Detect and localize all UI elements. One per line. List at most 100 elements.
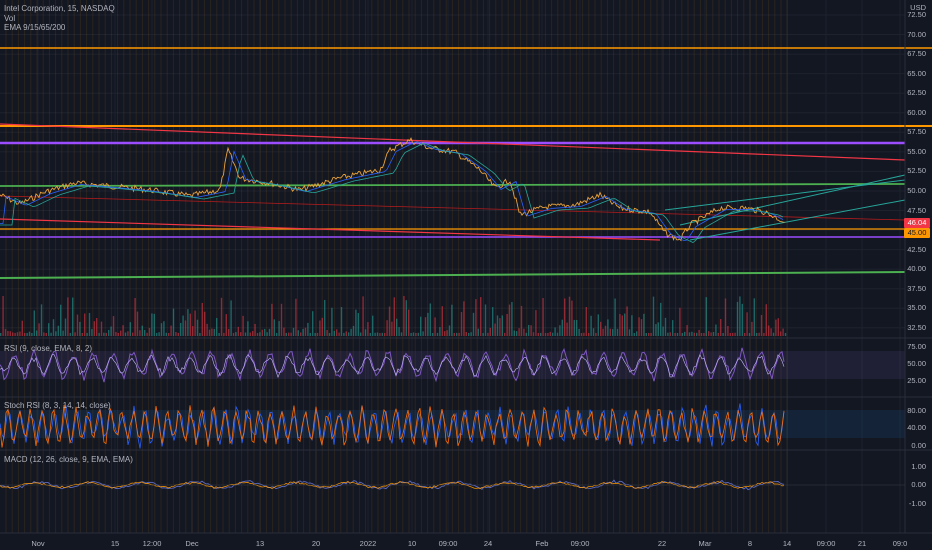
time-tick: 09:00 [438, 539, 458, 548]
volume-bar [316, 332, 319, 336]
volume-bar [628, 329, 631, 336]
volume-bar [148, 327, 151, 336]
rsi-legend[interactable]: RSI (9, close, EMA, 8, 2) [4, 344, 95, 353]
volume-legend[interactable]: Vol [4, 14, 18, 23]
volume-bar [388, 306, 391, 336]
time-tick: 24 [483, 539, 493, 548]
volume-bar [417, 332, 419, 336]
volume-bar [403, 295, 405, 336]
volume-bar [741, 303, 743, 336]
volume-bar [775, 319, 777, 336]
volume-bar [48, 323, 50, 336]
volume-bar [436, 332, 439, 336]
volume-bar [165, 332, 167, 336]
volume-bar [55, 331, 57, 336]
volume-bar [350, 328, 352, 336]
volume-bar [312, 311, 314, 336]
volume-bar [482, 332, 484, 336]
ema-legend[interactable]: EMA 9/15/65/200 [4, 23, 68, 32]
volume-bar [607, 319, 609, 336]
volume-bar [237, 326, 239, 336]
volume-bar [542, 298, 544, 336]
volume-bar [31, 332, 33, 336]
volume-bar [535, 310, 537, 336]
volume-bar [283, 327, 285, 336]
price-tick: 62.50 [907, 88, 926, 98]
volume-bar [604, 325, 607, 336]
volume-bar [247, 321, 249, 336]
volume-bar [324, 300, 326, 336]
volume-bar [177, 332, 179, 336]
volume-bar [710, 332, 712, 336]
volume-bar [254, 323, 256, 336]
volume-bar [621, 315, 623, 336]
channel-line [689, 199, 906, 241]
volume-bar [180, 322, 182, 336]
volume-bar [748, 332, 751, 336]
macd-legend[interactable]: MACD (12, 26, close, 9, EMA, EMA) [4, 455, 136, 464]
volume-bar [631, 315, 633, 336]
volume-bar [38, 323, 40, 336]
time-tick: Dec [185, 539, 199, 548]
indicator-tick: 75.00 [907, 342, 926, 351]
volume-bar [441, 306, 443, 336]
volume-bar [648, 332, 650, 336]
volume-bar [614, 298, 616, 336]
volume-bar [300, 332, 302, 336]
volume-bar [398, 327, 400, 336]
volume-bar [727, 325, 729, 336]
volume-bar [0, 332, 2, 336]
volume-bar [223, 332, 225, 336]
volume-bar [518, 328, 520, 336]
volume-bar [583, 332, 585, 336]
stoch-legend[interactable]: Stoch RSI (8, 3, 14, 14, close) [4, 401, 114, 410]
volume-bar [410, 332, 412, 336]
volume-bar [88, 312, 91, 336]
price-tick: 55.00 [907, 146, 926, 156]
volume-bar [108, 329, 110, 336]
volume-bar [357, 313, 359, 336]
volume-bar [698, 329, 700, 336]
price-tick: 35.00 [907, 303, 926, 313]
volume-bar [585, 307, 587, 336]
volume-bar [463, 301, 465, 336]
volume-bar [120, 330, 122, 336]
volume-bar [355, 309, 357, 336]
volume-bar [134, 298, 136, 336]
volume-bar [590, 315, 592, 336]
volume-bar [739, 296, 741, 336]
time-tick: 2022 [359, 539, 377, 548]
volume-bar [14, 332, 16, 336]
volume-bar [580, 332, 583, 336]
volume-bar [645, 332, 647, 336]
volume-bar [530, 325, 532, 336]
volume-bar [280, 303, 283, 336]
symbol-label: Intel Corporation, 15, NASDAQ [4, 4, 115, 13]
price-tick: 52.50 [907, 166, 926, 176]
volume-bar [338, 332, 340, 336]
volume-bar [74, 332, 76, 336]
volume-bar [688, 332, 691, 336]
volume-bar [242, 315, 244, 336]
volume-bar [67, 297, 69, 336]
volume-bar [691, 331, 693, 336]
volume-bar [278, 321, 280, 336]
volume-bar [84, 313, 86, 336]
volume-bar [427, 312, 429, 336]
volume-bar [655, 324, 657, 336]
price-tick: 37.50 [907, 283, 926, 293]
time-tick: 09:0 [892, 539, 908, 548]
volume-bar [758, 332, 760, 336]
volume-bar [408, 309, 410, 336]
volume-bar [429, 303, 431, 336]
volume-bar [465, 332, 467, 336]
volume-bar [554, 327, 556, 336]
volume-bar [633, 332, 635, 336]
volume-bar [314, 332, 316, 336]
volume-bar [4, 329, 7, 336]
volume-bar [602, 328, 604, 336]
time-tick: 13 [255, 539, 265, 548]
volume-bar [703, 332, 705, 336]
price-chart[interactable] [0, 0, 932, 550]
price-tick: 72.50 [907, 10, 926, 19]
